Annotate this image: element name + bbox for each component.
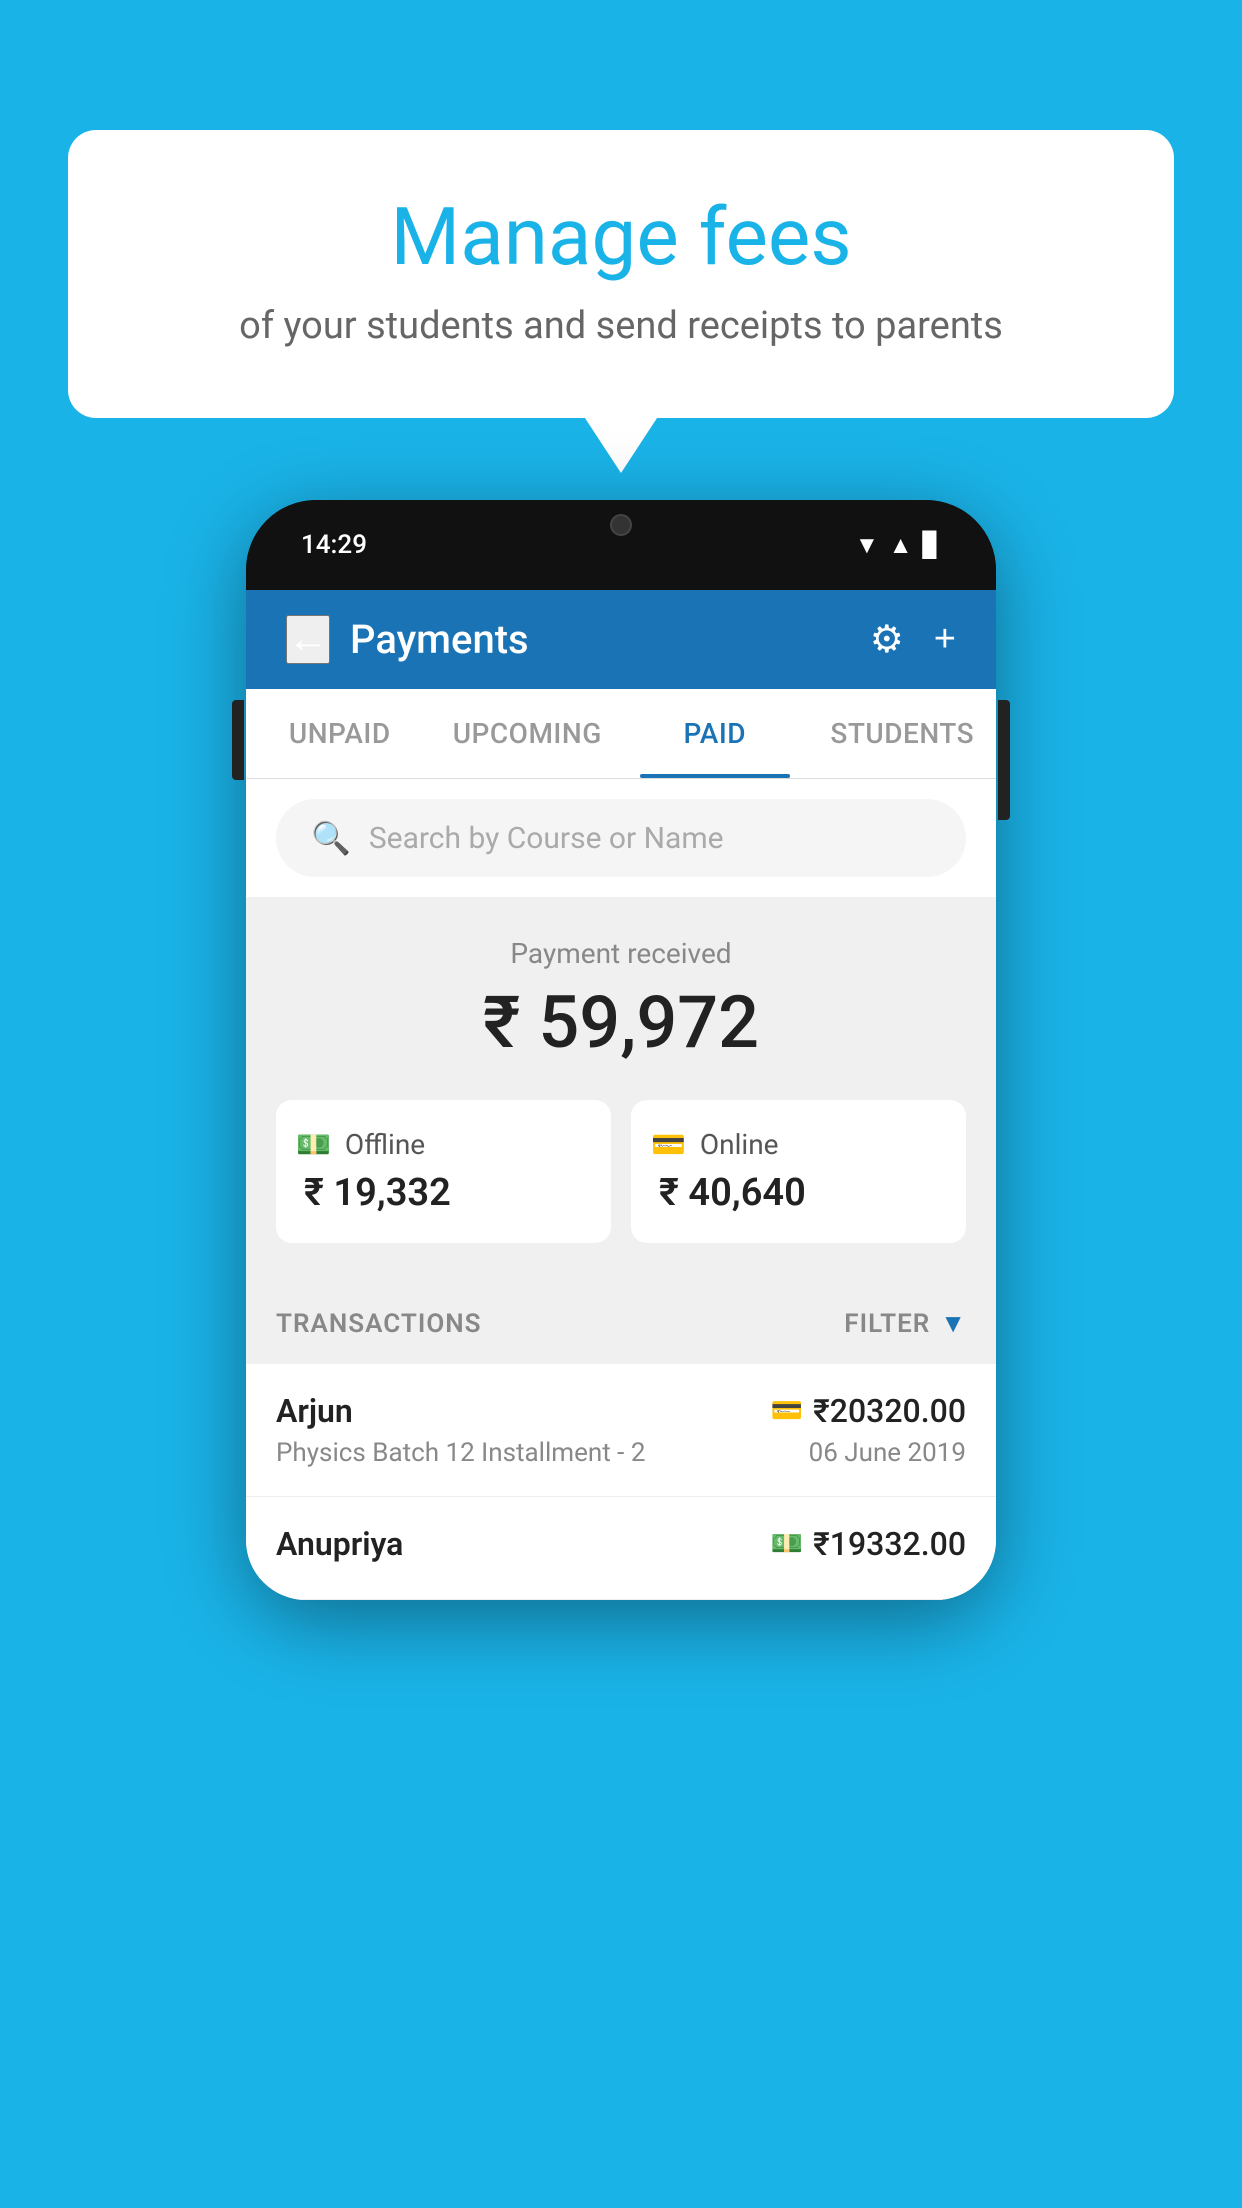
payment-cards: 💵 Offline ₹ 19,332 💳 Online ₹ 40,640 <box>276 1100 966 1243</box>
search-container: 🔍 Search by Course or Name <box>246 779 996 897</box>
tab-students[interactable]: STUDENTS <box>809 689 997 778</box>
transaction-date: 06 June 2019 <box>809 1438 966 1468</box>
phone-device: 14:29 ▼ ▲ ▊ ← Payments ⚙ + UNPAID <box>246 500 996 1600</box>
transaction-row[interactable]: Anupriya 💵 ₹19332.00 <box>246 1497 996 1600</box>
wifi-icon: ▼ <box>855 531 879 560</box>
transaction-amount-row-2: 💵 ₹19332.00 <box>771 1525 966 1563</box>
student-name-2: Anupriya <box>276 1525 403 1563</box>
transaction-payment-icon: 💳 <box>771 1396 803 1426</box>
online-payment-card: 💳 Online ₹ 40,640 <box>631 1100 966 1243</box>
student-name: Arjun <box>276 1392 353 1430</box>
offline-payment-card: 💵 Offline ₹ 19,332 <box>276 1100 611 1243</box>
payment-received-label: Payment received <box>276 937 966 970</box>
speech-bubble-container: Manage fees of your students and send re… <box>68 130 1174 418</box>
phone-screen: ← Payments ⚙ + UNPAID UPCOMING PAID STUD… <box>246 590 996 1600</box>
transaction-row-top-2: Anupriya 💵 ₹19332.00 <box>276 1525 966 1563</box>
transactions-label: TRANSACTIONS <box>276 1309 482 1339</box>
search-placeholder-text: Search by Course or Name <box>369 821 724 856</box>
header-title: Payments <box>350 616 529 663</box>
status-bar: 14:29 ▼ ▲ ▊ <box>246 500 996 590</box>
transaction-payment-icon-2: 💵 <box>771 1529 803 1559</box>
speech-bubble-subtitle: of your students and send receipts to pa… <box>148 304 1094 348</box>
signal-icon: ▲ <box>889 531 913 560</box>
tab-upcoming[interactable]: UPCOMING <box>434 689 622 778</box>
phone-notch <box>541 500 701 550</box>
course-info: Physics Batch 12 Installment - 2 06 June… <box>276 1438 966 1468</box>
online-label: Online <box>700 1128 779 1161</box>
transaction-row-top: Arjun 💳 ₹20320.00 <box>276 1392 966 1430</box>
offline-payment-icon: 💵 <box>296 1128 331 1161</box>
search-bar[interactable]: 🔍 Search by Course or Name <box>276 799 966 877</box>
header-left: ← Payments <box>286 615 529 664</box>
transactions-header: TRANSACTIONS FILTER ▼ <box>246 1283 996 1364</box>
battery-icon: ▊ <box>923 531 941 559</box>
offline-card-top: 💵 Offline <box>296 1128 425 1161</box>
phone-camera <box>610 514 632 536</box>
back-button[interactable]: ← <box>286 615 330 664</box>
tabs-container: UNPAID UPCOMING PAID STUDENTS <box>246 689 996 779</box>
header-right: ⚙ + <box>870 617 956 662</box>
filter-area[interactable]: FILTER ▼ <box>844 1308 966 1339</box>
tab-unpaid[interactable]: UNPAID <box>246 689 434 778</box>
settings-button[interactable]: ⚙ <box>870 617 904 662</box>
offline-amount: ₹ 19,332 <box>296 1171 451 1215</box>
status-time: 14:29 <box>301 530 367 560</box>
offline-label: Offline <box>345 1128 425 1161</box>
transaction-amount: ₹20320.00 <box>813 1392 966 1430</box>
phone-side-btn-right <box>998 700 1010 820</box>
app-header: ← Payments ⚙ + <box>246 590 996 689</box>
transaction-amount-2: ₹19332.00 <box>813 1525 966 1563</box>
payment-summary: Payment received ₹ 59,972 💵 Offline ₹ 19… <box>246 897 996 1283</box>
online-payment-icon: 💳 <box>651 1128 686 1161</box>
online-amount: ₹ 40,640 <box>651 1171 806 1215</box>
phone-side-btn-left <box>232 700 244 780</box>
speech-bubble-heading: Manage fees <box>148 190 1094 284</box>
payment-amount: ₹ 59,972 <box>276 980 966 1065</box>
filter-label: FILTER <box>844 1309 930 1339</box>
online-card-top: 💳 Online <box>651 1128 779 1161</box>
status-icons: ▼ ▲ ▊ <box>855 531 941 560</box>
speech-bubble: Manage fees of your students and send re… <box>68 130 1174 418</box>
course-name: Physics Batch 12 Installment - 2 <box>276 1438 645 1468</box>
filter-icon: ▼ <box>940 1308 966 1339</box>
tab-paid[interactable]: PAID <box>621 689 809 778</box>
transaction-amount-row: 💳 ₹20320.00 <box>771 1392 966 1430</box>
transaction-row[interactable]: Arjun 💳 ₹20320.00 Physics Batch 12 Insta… <box>246 1364 996 1497</box>
search-icon: 🔍 <box>311 819 351 857</box>
add-button[interactable]: + <box>934 618 956 661</box>
